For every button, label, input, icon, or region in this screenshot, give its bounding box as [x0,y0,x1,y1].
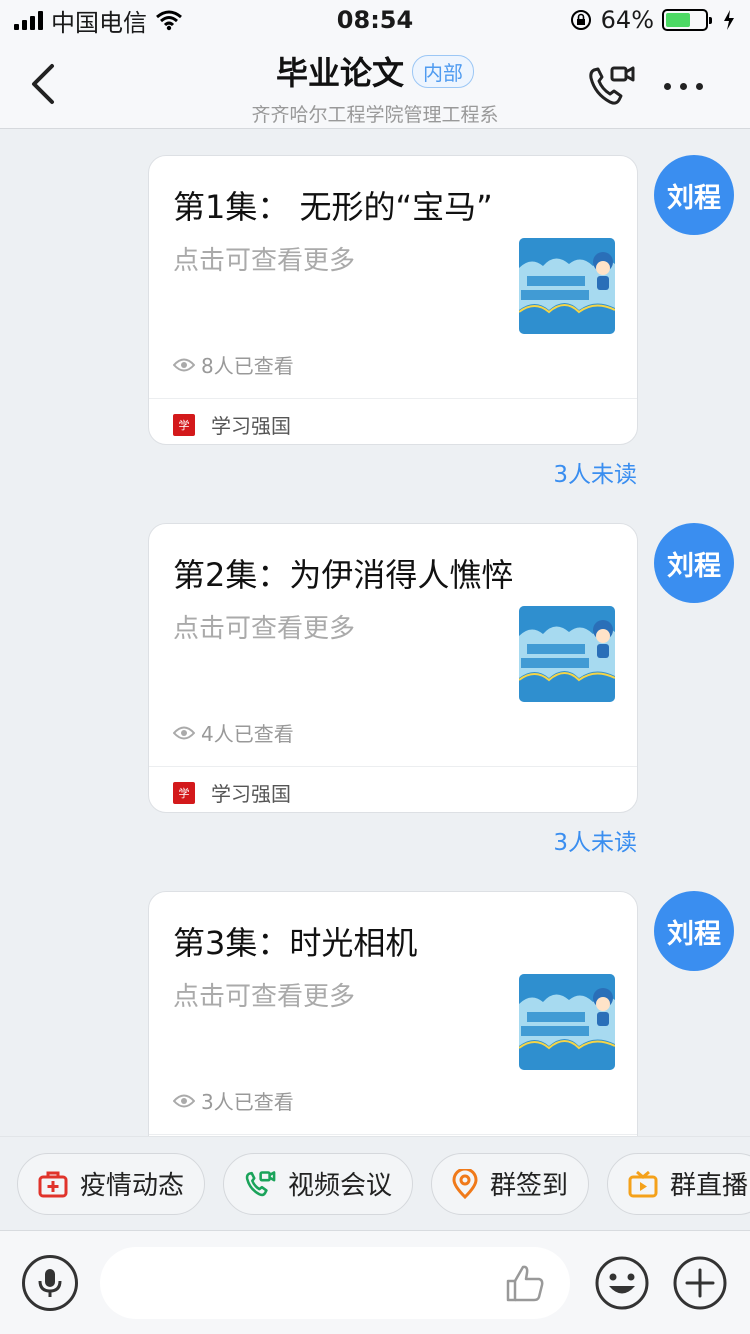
status-bar-left: 中国电信 [14,3,183,38]
video-call-icon [245,1170,276,1196]
source-label: 学习强国 [211,782,291,806]
card-description: 点击可查看更多 [173,614,356,644]
card-source: 学 学习强国 [173,778,291,807]
view-count: 3人已查看 [173,1086,294,1115]
eye-icon [173,358,195,371]
input-bar [0,1230,750,1334]
view-count: 8人已查看 [173,350,294,379]
avatar[interactable]: 刘程 [654,891,734,971]
article-card[interactable]: 第2集：为伊消得人憔悴 点击可查看更多 4人已查看 学 学习强国 [148,523,638,813]
article-card[interactable]: 第3集：时光相机 点击可查看更多 3人已查看 [148,891,638,1136]
quick-action-video-meeting[interactable]: 视频会议 [223,1152,414,1215]
card-title: 第1集： 无形的“宝马” [173,188,493,226]
location-pin-icon [452,1168,478,1199]
carrier-label: 中国电信 [51,8,147,37]
thumbs-up-icon[interactable] [504,1263,546,1303]
chat-header: 毕业论文 内部 齐齐哈尔工程学院管理工程系 [0,40,750,129]
video-call-icon[interactable] [586,64,636,108]
emoji-icon[interactable] [594,1255,650,1311]
medical-kit-icon [38,1171,68,1197]
wifi-icon [156,10,182,31]
message-list[interactable]: 第1集： 无形的“宝马” 点击可查看更多 8人已查看 学 学习强国 刘程 3人未… [0,130,750,1136]
page-title: 毕业论文 [275,54,404,92]
microphone-icon[interactable] [22,1255,78,1311]
header-title-area: 毕业论文 内部 齐齐哈尔工程学院管理工程系 [0,48,750,127]
card-title: 第2集：为伊消得人憔悴 [173,556,514,594]
signal-icon [14,10,43,30]
card-divider [149,1134,637,1135]
chip-label: 视频会议 [288,1171,393,1201]
article-card[interactable]: 第1集： 无形的“宝马” 点击可查看更多 8人已查看 学 学习强国 [148,155,638,445]
more-icon[interactable] [664,74,712,98]
eye-icon [173,726,195,739]
charging-icon [724,10,734,30]
view-count-label: 3人已查看 [201,1090,294,1114]
xuexi-logo-icon: 学 [173,413,195,436]
chip-label: 群直播 [670,1171,749,1201]
card-source: 学 学习强国 [173,410,291,439]
view-count-label: 8人已查看 [201,354,294,378]
article-thumbnail [519,974,615,1070]
internal-tag: 内部 [412,54,474,88]
unread-count[interactable]: 3人未读 [553,823,637,857]
quick-action-check-in[interactable]: 群签到 [431,1152,590,1215]
article-thumbnail [519,606,615,702]
rotation-lock-icon [570,10,591,30]
group-subtitle: 齐齐哈尔工程学院管理工程系 [251,104,499,126]
battery-fill [666,13,691,27]
chip-label: 疫情动态 [80,1171,185,1201]
quick-action-epidemic[interactable]: 疫情动态 [17,1152,206,1215]
quick-action-bar[interactable]: 疫情动态 视频会议 群签到 群直播 [0,1136,750,1230]
unread-count[interactable]: 3人未读 [553,455,637,489]
source-label: 学习强国 [211,414,291,438]
card-divider [149,766,637,767]
eye-icon [173,1094,195,1107]
battery-icon [662,9,712,31]
article-thumbnail [519,238,615,334]
status-bar: 中国电信 08:54 64% [0,0,750,40]
card-description: 点击可查看更多 [173,982,356,1012]
card-description: 点击可查看更多 [173,246,356,276]
tv-icon [628,1170,658,1197]
battery-percent: 64% [600,6,654,34]
microphone-glyph [38,1269,62,1297]
avatar[interactable]: 刘程 [654,523,734,603]
xuexi-logo-icon: 学 [173,781,195,804]
view-count-label: 4人已查看 [201,722,294,746]
plus-icon[interactable] [672,1255,728,1311]
message-input[interactable] [100,1247,570,1319]
quick-action-live[interactable]: 群直播 [607,1152,750,1215]
status-bar-right: 64% [569,6,736,34]
card-title: 第3集：时光相机 [173,924,418,962]
view-count: 4人已查看 [173,718,294,747]
card-divider [149,398,637,399]
avatar[interactable]: 刘程 [654,155,734,235]
chip-label: 群签到 [490,1171,569,1201]
